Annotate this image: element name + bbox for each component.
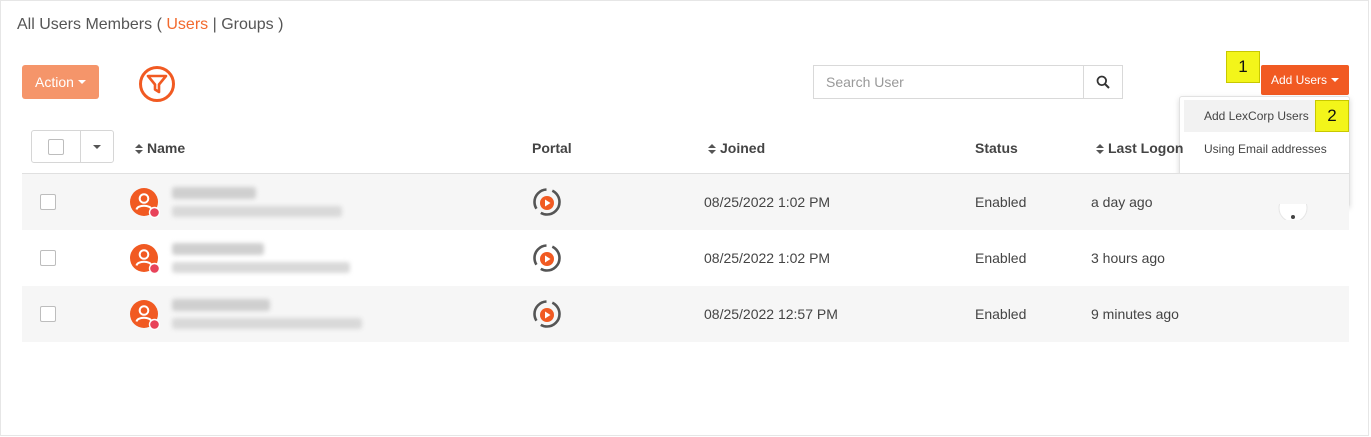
row-checkbox[interactable] (40, 306, 56, 322)
avatar-icon (130, 300, 160, 330)
select-all-checkbox-wrap (32, 131, 81, 162)
user-email-redacted (172, 262, 350, 273)
last-logon-cell: a day ago (1091, 194, 1153, 210)
search-input[interactable] (814, 66, 1083, 98)
column-header-name[interactable]: Name (135, 140, 185, 156)
breadcrumb-groups-link[interactable]: Groups ) (221, 16, 283, 33)
select-all-dropdown[interactable] (81, 131, 113, 162)
status-cell: Enabled (975, 306, 1027, 322)
user-email-redacted (172, 318, 362, 329)
sort-icon (708, 144, 716, 154)
sort-icon (1096, 144, 1104, 154)
search-icon (1096, 75, 1110, 89)
chevron-down-icon (1331, 78, 1340, 82)
table-row: 08/25/2022 1:02 PM Enabled a day ago (22, 174, 1349, 230)
select-all-checkbox[interactable] (48, 138, 64, 155)
add-users-label: Add Users (1270, 73, 1328, 87)
breadcrumb: All Users Members ( Users | Groups ) (17, 16, 283, 34)
column-header-joined-label: Joined (720, 140, 766, 156)
row-checkbox[interactable] (40, 250, 56, 266)
column-header-joined[interactable]: Joined (708, 140, 765, 156)
avatar-icon (130, 244, 160, 274)
search-box (813, 65, 1123, 99)
breadcrumb-separator: | (212, 16, 217, 33)
kebab-icon[interactable] (1278, 204, 1308, 220)
column-header-status: Status (975, 140, 1018, 156)
action-button-label: Action (35, 74, 74, 90)
table-header: Name Portal Joined Status Last Logon (22, 122, 1349, 174)
status-cell: Enabled (975, 250, 1027, 266)
breadcrumb-prefix: All Users Members ( (17, 16, 162, 33)
chevron-down-icon (77, 80, 86, 84)
joined-cell: 08/25/2022 12:57 PM (704, 306, 838, 322)
column-header-last-logon[interactable]: Last Logon (1096, 140, 1183, 156)
action-button[interactable]: Action (22, 65, 99, 99)
chevron-down-icon (93, 144, 101, 149)
breadcrumb-users-link[interactable]: Users (166, 16, 208, 33)
filter-icon[interactable] (138, 65, 176, 103)
portal-icon (533, 244, 561, 272)
column-header-last-logon-label: Last Logon (1108, 140, 1184, 156)
column-header-portal: Portal (532, 140, 572, 156)
search-button[interactable] (1083, 66, 1122, 98)
portal-icon (533, 188, 561, 216)
joined-cell: 08/25/2022 1:02 PM (704, 194, 831, 210)
portal-icon (533, 300, 561, 328)
add-users-button[interactable]: Add Users (1261, 65, 1349, 95)
user-name-redacted (172, 243, 264, 255)
table-row: 08/25/2022 1:02 PM Enabled 3 hours ago (22, 230, 1349, 286)
avatar-icon (130, 188, 160, 218)
row-checkbox[interactable] (40, 194, 56, 210)
select-all-control (31, 130, 114, 163)
user-name-redacted (172, 299, 270, 311)
callout-badge-1: 1 (1226, 51, 1260, 83)
user-name-redacted (172, 187, 256, 199)
user-email-redacted (172, 206, 342, 217)
table-row: 08/25/2022 12:57 PM Enabled 9 minutes ag… (22, 286, 1349, 342)
joined-cell: 08/25/2022 1:02 PM (704, 250, 831, 266)
last-logon-cell: 3 hours ago (1091, 250, 1165, 266)
column-header-name-label: Name (147, 140, 186, 156)
sort-icon (135, 144, 143, 154)
last-logon-cell: 9 minutes ago (1091, 306, 1179, 322)
status-cell: Enabled (975, 194, 1027, 210)
